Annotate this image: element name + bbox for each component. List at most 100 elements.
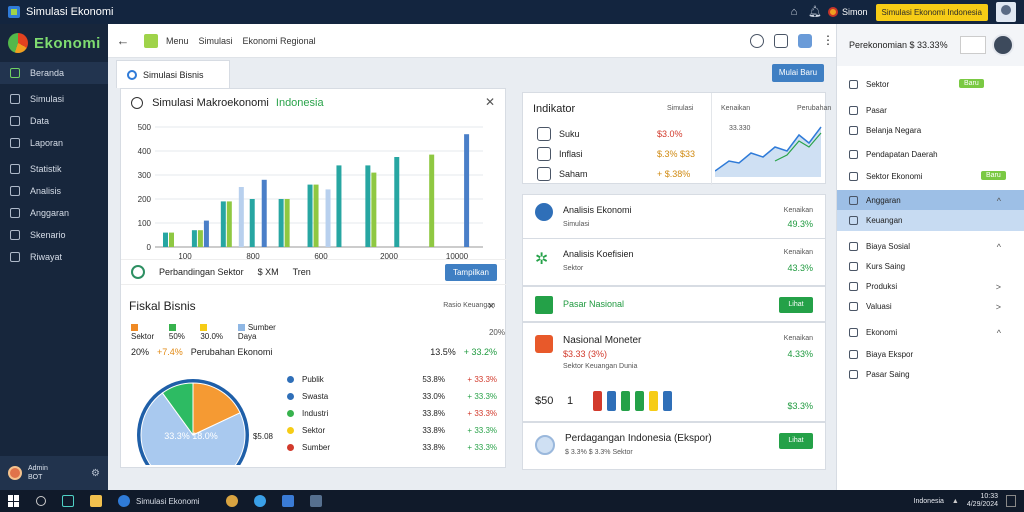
sidebar-item-1[interactable]: Simulasi — [0, 88, 108, 110]
indicator-col2: Simulasi — [667, 105, 694, 112]
panel-item-2[interactable]: Belanja Negara — [837, 120, 1024, 141]
chevron-icon[interactable]: ^ — [997, 242, 1001, 252]
browser-icon[interactable] — [225, 495, 238, 507]
sidebar-item-4[interactable]: Statistik — [0, 158, 108, 180]
y-tick-label: 400 — [138, 147, 152, 156]
footer-right[interactable]: Tren — [293, 267, 311, 277]
panel-item-10[interactable]: Valuasi > — [837, 296, 1024, 317]
monetary-bar — [663, 391, 672, 411]
nav-icon — [10, 94, 20, 104]
brand-logo-icon — [8, 33, 28, 53]
search-icon[interactable] — [36, 496, 46, 506]
task-view-icon[interactable] — [62, 495, 74, 507]
panel-item-8[interactable]: Kurs Saing — [837, 256, 1024, 277]
panel-avatar[interactable] — [992, 34, 1014, 56]
panel-item-6[interactable]: Keuangan — [837, 210, 1024, 231]
show-button[interactable]: Tampilkan — [444, 263, 497, 281]
new-simulation-button[interactable]: Mulai Baru — [772, 64, 824, 82]
module-logo-icon — [144, 33, 158, 48]
legend-label: 30.0% — [200, 332, 224, 341]
bar — [203, 220, 209, 247]
bell-icon[interactable]: 🔔︎ — [808, 6, 822, 18]
panel-item-label: Belanja Negara — [866, 126, 922, 135]
bookmark-icon[interactable] — [774, 33, 788, 48]
word-icon[interactable] — [281, 495, 294, 507]
panel-item-13[interactable]: Pasar Saing — [837, 364, 1024, 385]
pie-legend-row: Swasta 33.0% + 33.3% — [287, 392, 497, 401]
panel-pill[interactable]: Baru — [981, 171, 1006, 180]
cta-button[interactable]: Simulasi Ekonomi Indonesia — [875, 3, 988, 21]
panel-item-12[interactable]: Biaya Ekspor — [837, 344, 1024, 365]
sidebar-user[interactable]: Admin BOT ⚙ — [0, 456, 108, 490]
trade-card[interactable]: Perdagangan Indonesia (Ekspor) $ 3.3% $ … — [522, 422, 826, 470]
toolbar-item-regional[interactable]: Ekonomi Regional — [243, 36, 316, 46]
right-panel: Perekonomian $ 33.33% Sektor Baru Pasar Bel… — [836, 24, 1024, 490]
monetary-tag: Kenaikan — [783, 335, 813, 342]
chevron-icon[interactable]: ^ — [997, 328, 1001, 338]
panel-item-0[interactable]: Sektor — [837, 74, 1024, 95]
gear-icon[interactable]: ⚙ — [91, 468, 100, 479]
pie-chart: 33.3% 18.0% $5.08 — [137, 379, 274, 465]
sidebar-item-label: Laporan — [30, 138, 64, 148]
right-panel-title: Perekonomian $ 33.33% — [849, 40, 948, 50]
more-vertical-icon[interactable]: ⋮ — [822, 34, 834, 48]
sidebar-item-6[interactable]: Anggaran — [0, 202, 108, 224]
history-icon[interactable] — [750, 33, 764, 48]
pie-legend-value: 33.8% — [422, 409, 445, 418]
bar — [365, 165, 371, 247]
sidebar-item-5[interactable]: Analisis — [0, 180, 108, 202]
chevron-icon[interactable]: ^ — [997, 196, 1001, 206]
layout-icon[interactable] — [798, 33, 812, 48]
nav-icon — [10, 186, 20, 196]
avatar[interactable] — [996, 2, 1016, 22]
panel-item-5[interactable]: Anggaran ^ — [837, 190, 1024, 211]
panel-item-11[interactable]: Ekonomi ^ — [837, 322, 1024, 343]
row-title: Analisis Koefisien — [563, 249, 634, 259]
bar — [336, 165, 342, 247]
sidebar-item-7[interactable]: Skenario — [0, 224, 108, 246]
close-icon[interactable]: ✕ — [485, 95, 495, 109]
brand[interactable]: Ekonomi — [0, 24, 108, 62]
panel-item-label: Sektor Ekonomi — [866, 172, 923, 181]
app-taskbar-icon[interactable] — [118, 495, 130, 507]
chevron-icon[interactable]: > — [996, 282, 1001, 292]
home-icon[interactable]: ⌂ — [788, 6, 800, 18]
windows-start-icon[interactable] — [8, 495, 20, 507]
taskbar-app-label[interactable]: Simulasi Ekonomi — [136, 497, 200, 506]
market-view-button[interactable]: Lihat — [779, 297, 813, 313]
sidebar-item-label: Statistik — [30, 164, 62, 174]
chevron-icon[interactable]: > — [996, 302, 1001, 312]
panel-item-3[interactable]: Pendapatan Daerah — [837, 144, 1024, 165]
panel-item-7[interactable]: Biaya Sosial ^ — [837, 236, 1024, 257]
legend-dot — [287, 393, 294, 400]
panel-pill[interactable]: Baru — [959, 79, 984, 88]
tab-simulation-business[interactable]: Simulasi Bisnis — [116, 60, 230, 88]
panel-item-9[interactable]: Produksi > — [837, 276, 1024, 297]
user-menu[interactable]: Simon — [827, 7, 868, 17]
market-row[interactable]: Pasar Nasional Lihat — [522, 286, 826, 322]
close-section-icon[interactable]: ✕ — [487, 301, 495, 312]
sidebar-item-0[interactable]: Beranda — [0, 62, 108, 84]
bar — [261, 179, 267, 247]
pie-legend-label: Industri — [302, 409, 329, 418]
back-arrow-icon[interactable]: ← — [108, 33, 138, 48]
clock-icon — [131, 97, 143, 110]
panel-item-1[interactable]: Pasar — [837, 100, 1024, 121]
notification-icon[interactable] — [1006, 495, 1016, 507]
nav-icon — [10, 208, 20, 218]
x-tick-label: 100 — [178, 252, 192, 259]
analysis-row-2[interactable]: ✲ Analisis Koefisien Sektor Kenaikan 43.… — [522, 238, 826, 286]
edge-icon[interactable] — [253, 495, 266, 507]
sidebar-item-8[interactable]: Riwayat — [0, 246, 108, 268]
title-bar: Simulasi Ekonomi ⌂ 🔔︎ Simon Simulasi Eko… — [0, 0, 1024, 24]
sidebar-item-2[interactable]: Data — [0, 110, 108, 132]
folder-icon[interactable] — [90, 495, 102, 507]
header-input-box[interactable] — [960, 36, 986, 54]
settings-app-icon[interactable] — [309, 495, 322, 507]
trade-view-button[interactable]: Lihat — [779, 433, 813, 449]
wifi-icon[interactable]: ▲ — [952, 498, 959, 505]
toolbar-item-menu[interactable]: Menu — [166, 36, 189, 46]
toolbar-item-simulation[interactable]: Simulasi — [199, 36, 233, 46]
sidebar-item-3[interactable]: Laporan — [0, 132, 108, 154]
pie-legend-change: + 33.3% — [467, 375, 497, 384]
